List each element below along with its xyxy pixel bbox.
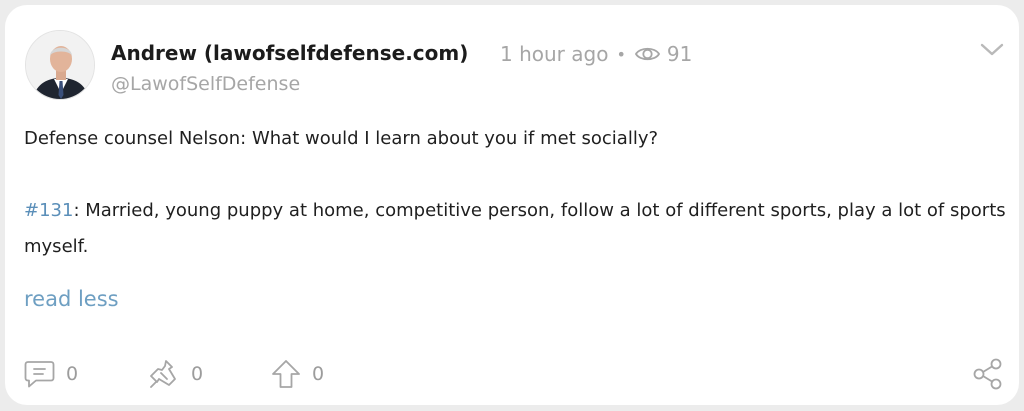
comment-icon <box>24 361 55 388</box>
repost-button[interactable]: 0 <box>149 359 203 389</box>
avatar-image <box>26 31 94 99</box>
comment-button[interactable]: 0 <box>24 359 78 389</box>
meta-separator: • <box>616 44 626 64</box>
hashtag-link[interactable]: #131 <box>24 200 73 221</box>
author-name[interactable]: Andrew (lawofselfdefense.com) <box>111 41 468 65</box>
share-icon[interactable] <box>971 357 1005 391</box>
post-text-continuation: : Married, young puppy at home, competit… <box>24 200 1006 257</box>
read-less-link[interactable]: read less <box>24 287 119 311</box>
upvote-count: 0 <box>312 363 325 385</box>
avatar[interactable] <box>25 30 95 100</box>
post-card: Andrew (lawofselfdefense.com) 1 hour ago… <box>5 5 1019 405</box>
repost-icon <box>150 360 176 388</box>
author-handle[interactable]: @LawofSelfDefense <box>111 73 300 95</box>
post-meta: 1 hour ago • 91 <box>500 42 692 66</box>
post-body: Defense counsel Nelson: What would I lea… <box>24 121 1014 265</box>
post-text-paragraph: #131: Married, young puppy at home, comp… <box>24 193 1014 265</box>
comment-count: 0 <box>66 363 79 385</box>
post-text-line: Defense counsel Nelson: What would I lea… <box>24 128 659 149</box>
view-count: 91 <box>666 42 693 66</box>
eye-icon <box>634 44 661 64</box>
timestamp: 1 hour ago <box>500 42 609 66</box>
chevron-down-icon[interactable] <box>977 37 1007 63</box>
upvote-button[interactable]: 0 <box>270 359 324 389</box>
repost-count: 0 <box>191 363 204 385</box>
arrow-up-icon <box>272 360 300 388</box>
